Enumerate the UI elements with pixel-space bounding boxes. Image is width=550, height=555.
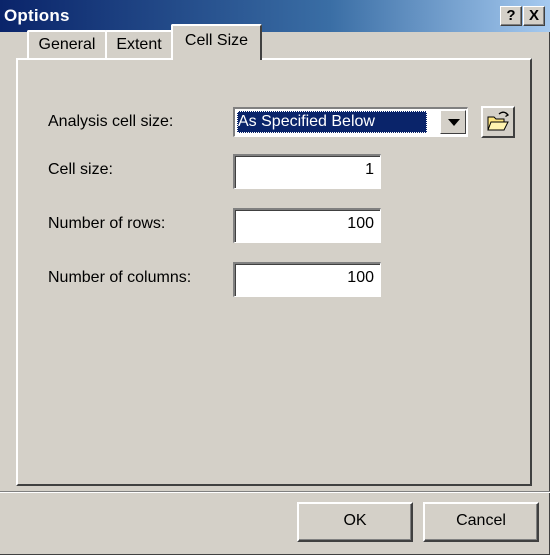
- title-bar[interactable]: Options ? X: [0, 0, 550, 32]
- footer-divider: [0, 491, 550, 493]
- tab-general-label: General: [38, 36, 96, 53]
- help-button[interactable]: ?: [500, 6, 522, 26]
- cancel-button[interactable]: Cancel: [423, 502, 539, 542]
- tab-general[interactable]: General: [27, 30, 107, 60]
- close-button[interactable]: X: [523, 6, 545, 26]
- cell-size-panel: [16, 58, 532, 486]
- tab-cell-size[interactable]: Cell Size: [171, 24, 262, 60]
- help-icon: ?: [506, 7, 516, 24]
- tab-extent[interactable]: Extent: [105, 30, 173, 60]
- close-icon: X: [528, 7, 539, 24]
- dialog-title: Options: [4, 6, 70, 25]
- options-dialog: Options ? X General Extent Cell Size Ana…: [0, 0, 550, 555]
- tab-extent-label: Extent: [116, 36, 162, 53]
- tab-cell-size-label: Cell Size: [184, 32, 249, 49]
- ok-button[interactable]: OK: [297, 502, 413, 542]
